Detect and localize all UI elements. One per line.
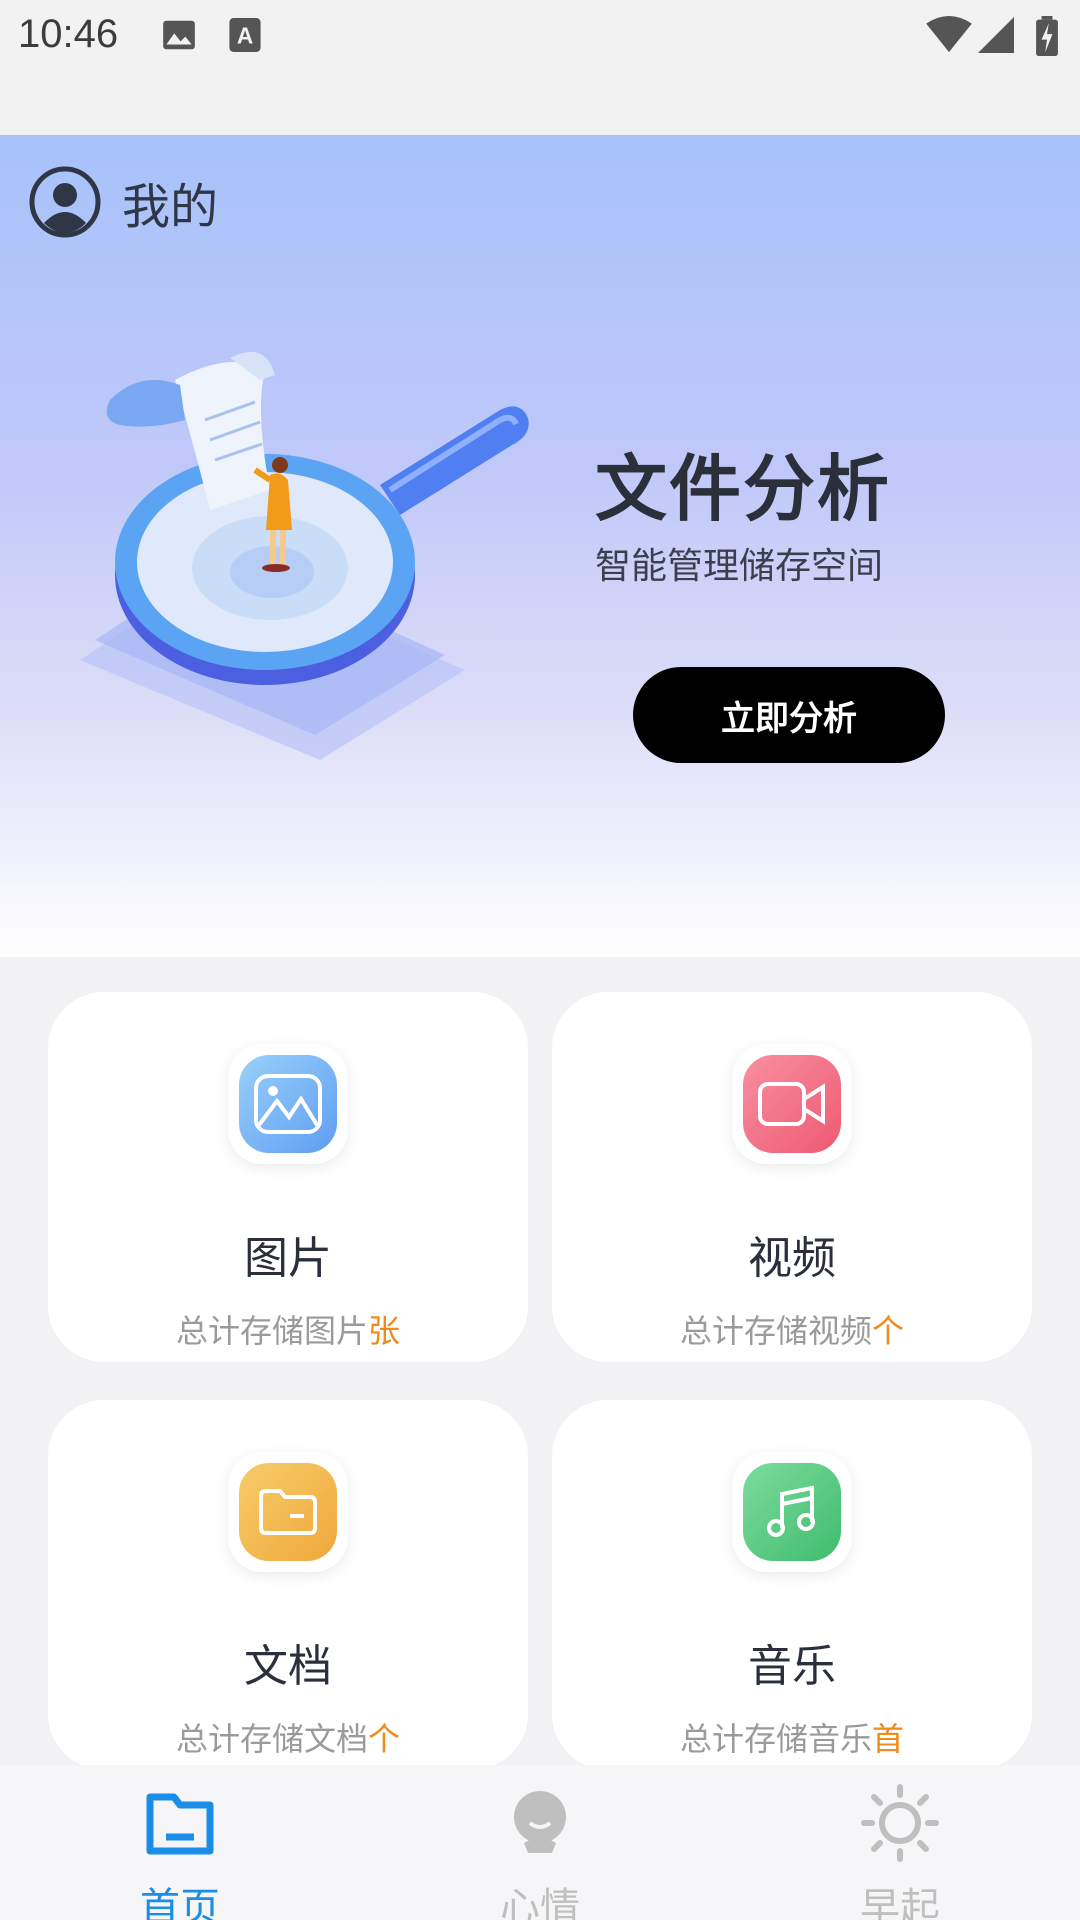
card-music[interactable]: 音乐 总计存储音乐首 <box>552 1400 1032 1770</box>
magnifier-illustration <box>80 351 529 760</box>
card-videos[interactable]: 视频 总计存储视频个 <box>552 992 1032 1362</box>
count-unit: 个 <box>368 1720 401 1758</box>
card-images[interactable]: 图片 总计存储图片张 <box>48 992 528 1362</box>
battery-icon <box>1036 16 1058 56</box>
wifi-icon <box>926 16 972 53</box>
tab-early-rise[interactable]: 早起 <box>800 1765 1000 1920</box>
tab-label: 早起 <box>860 1885 940 1920</box>
card-documents[interactable]: 文档 总计存储文档个 <box>48 1400 528 1770</box>
svg-text:A: A <box>237 23 253 49</box>
bottom-tab-bar: 首页 心情 早起 <box>0 1765 1080 1920</box>
user-avatar-icon <box>29 166 101 238</box>
gallery-notification-icon <box>163 20 195 50</box>
face-icon <box>514 1791 566 1853</box>
music-note-icon <box>743 1463 841 1561</box>
sun-icon <box>861 1784 939 1862</box>
card-desc: 总计存储音乐首 <box>679 1720 905 1758</box>
analyze-now-button[interactable]: 立即分析 <box>633 667 945 763</box>
hero-title: 文件分析 <box>595 447 892 531</box>
card-title: 文档 <box>244 1641 332 1692</box>
folder-icon <box>239 1463 337 1561</box>
tab-mood[interactable]: 心情 <box>440 1765 640 1920</box>
card-title: 图片 <box>244 1233 332 1284</box>
status-time: 10:46 <box>18 12 119 56</box>
tab-label: 首页 <box>140 1885 220 1920</box>
card-desc: 总计存储视频个 <box>679 1312 905 1350</box>
text-notification-icon: A <box>229 18 261 52</box>
cellular-signal-icon <box>978 17 1014 53</box>
profile-entry[interactable]: 我的 <box>28 165 218 239</box>
status-bar: 10:46 A <box>0 0 1080 135</box>
folder-icon <box>146 1793 214 1855</box>
tab-label: 心情 <box>500 1885 580 1920</box>
video-camera-icon <box>743 1055 841 1153</box>
count-unit: 首 <box>872 1720 905 1758</box>
count-unit: 张 <box>368 1312 401 1350</box>
hero-banner: 我的 文件分析 智能管理储存空间 立即分析 <box>0 135 1080 957</box>
card-title: 音乐 <box>748 1641 836 1692</box>
image-icon <box>239 1055 337 1153</box>
count-unit: 个 <box>872 1312 905 1350</box>
hero-subtitle: 智能管理储存空间 <box>595 546 884 587</box>
card-desc: 总计存储图片张 <box>175 1312 401 1350</box>
card-desc: 总计存储文档个 <box>175 1720 401 1758</box>
card-title: 视频 <box>748 1233 836 1284</box>
profile-label: 我的 <box>122 179 219 235</box>
tab-home[interactable]: 首页 <box>80 1765 280 1920</box>
